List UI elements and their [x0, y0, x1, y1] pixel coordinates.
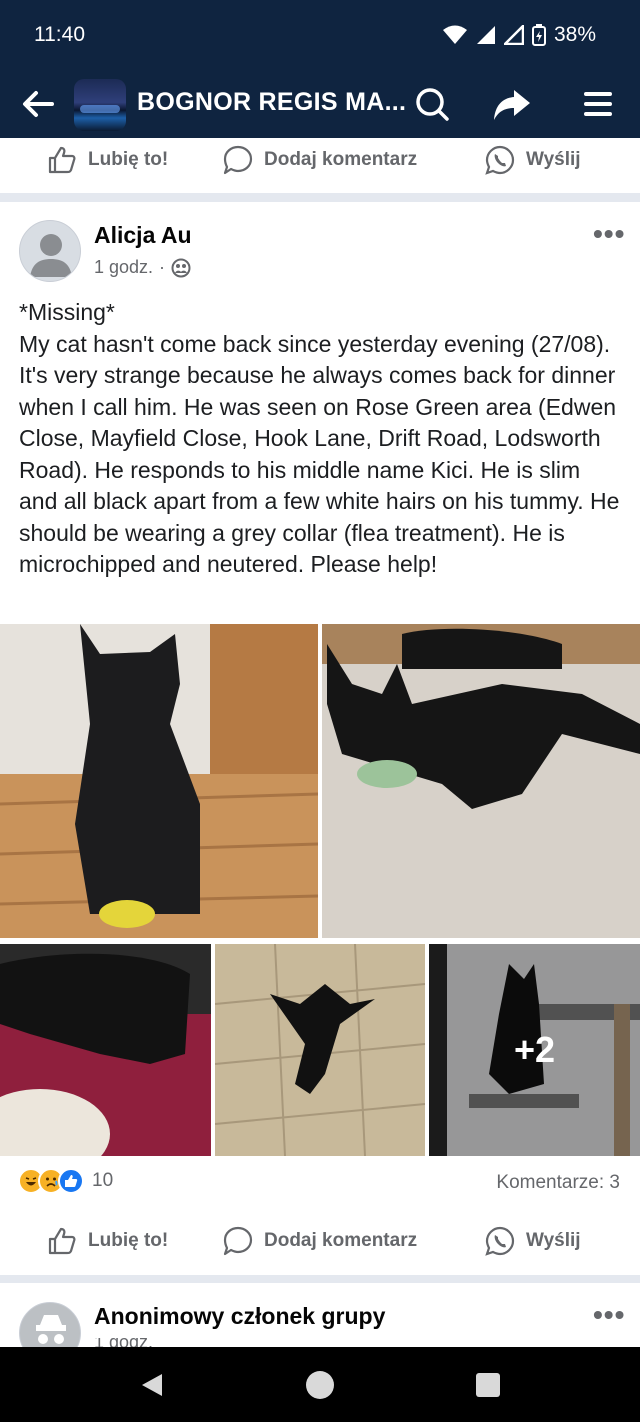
cat-photo-image: [0, 944, 211, 1156]
group-title[interactable]: BOGNOR REGIS MA...: [137, 88, 406, 117]
send-button[interactable]: Wyślij: [484, 144, 581, 176]
default-avatar-icon: [30, 234, 72, 277]
cat-photo-image: [215, 944, 425, 1156]
next-post-time[interactable]: 1 godz.: [94, 1338, 153, 1347]
comment-icon: [223, 1226, 253, 1256]
post-author[interactable]: Alicja Au: [94, 222, 192, 249]
nav-home-icon[interactable]: [305, 1370, 335, 1400]
post-photo-5[interactable]: +2: [429, 944, 640, 1156]
menu-icon[interactable]: [578, 84, 618, 124]
post-meta: 1 godz. ·: [94, 257, 191, 278]
like-button[interactable]: Lubię to!: [46, 1225, 168, 1257]
next-post-options-button[interactable]: •••: [593, 1299, 625, 1331]
comment-button[interactable]: Dodaj komentarz: [222, 144, 417, 176]
battery-level: 38%: [553, 23, 596, 46]
meta-separator: ·: [159, 257, 166, 277]
more-photos-count: +2: [513, 1029, 556, 1070]
search-icon[interactable]: [412, 84, 452, 124]
group-audience-icon: [171, 258, 191, 277]
post-options-button[interactable]: •••: [593, 218, 625, 250]
post-separator: [0, 193, 640, 202]
wifi-icon: [442, 25, 467, 44]
send-label: Wyślij: [526, 149, 581, 170]
post-title-line: *Missing*: [19, 299, 115, 325]
like-label: Lubię to!: [88, 149, 169, 170]
post-photo-1[interactable]: [0, 624, 318, 938]
comment-label: Dodaj komentarz: [264, 1230, 418, 1251]
reaction-count: 10: [92, 1170, 114, 1191]
post-photo-4[interactable]: [215, 944, 425, 1156]
back-arrow-icon[interactable]: [18, 84, 58, 124]
post-actions: Lubię to! Dodaj komentarz Wyślij: [0, 1217, 640, 1267]
like-icon: [48, 146, 76, 174]
nav-back-icon[interactable]: [138, 1371, 166, 1399]
cat-photo-image: [322, 624, 640, 938]
group-cover-thumbnail[interactable]: [74, 79, 126, 131]
post-photo-3[interactable]: [0, 944, 211, 1156]
status-bar: 11:40 38%: [34, 20, 596, 50]
comments-count[interactable]: Komentarze: 3: [496, 1172, 620, 1194]
cat-photo-image: [0, 624, 318, 938]
post-time[interactable]: 1 godz.: [94, 257, 153, 278]
signal-icon: [503, 25, 524, 45]
system-navigation-bar: [0, 1347, 640, 1422]
post-photo-2[interactable]: [322, 624, 640, 938]
whatsapp-icon: [485, 145, 515, 175]
signal-icon: [476, 26, 495, 44]
whatsapp-icon: [485, 1226, 515, 1256]
like-icon: [48, 1227, 76, 1255]
send-label: Wyślij: [526, 1230, 581, 1251]
next-post-author[interactable]: Anonimowy członek grupy: [94, 1303, 385, 1330]
post-body: *Missing* My cat hasn't come back since …: [19, 297, 624, 581]
post-separator: [0, 1275, 640, 1283]
previous-post-actions: Lubię to! Dodaj komentarz Wyślij: [0, 136, 640, 186]
app-header: 11:40 38% BOGNOR REGIS MA...: [0, 0, 640, 138]
more-photos-overlay[interactable]: +2: [429, 944, 640, 1156]
send-button[interactable]: Wyślij: [484, 1225, 581, 1257]
status-time: 11:40: [34, 23, 85, 46]
next-post-meta: 1 godz.: [94, 1338, 153, 1347]
comment-label: Dodaj komentarz: [264, 149, 418, 170]
like-reaction-icon: [58, 1168, 84, 1194]
share-icon[interactable]: [492, 84, 532, 124]
reaction-summary[interactable]: 10: [18, 1168, 113, 1194]
battery-icon: [531, 24, 546, 46]
like-label: Lubię to!: [88, 1230, 169, 1251]
like-button[interactable]: Lubię to!: [46, 144, 168, 176]
comment-icon: [223, 145, 253, 175]
avatar[interactable]: [19, 220, 81, 282]
nav-recents-icon[interactable]: [475, 1372, 501, 1398]
comment-button[interactable]: Dodaj komentarz: [222, 1225, 417, 1257]
post-text: My cat hasn't come back since yesterday …: [19, 330, 626, 578]
